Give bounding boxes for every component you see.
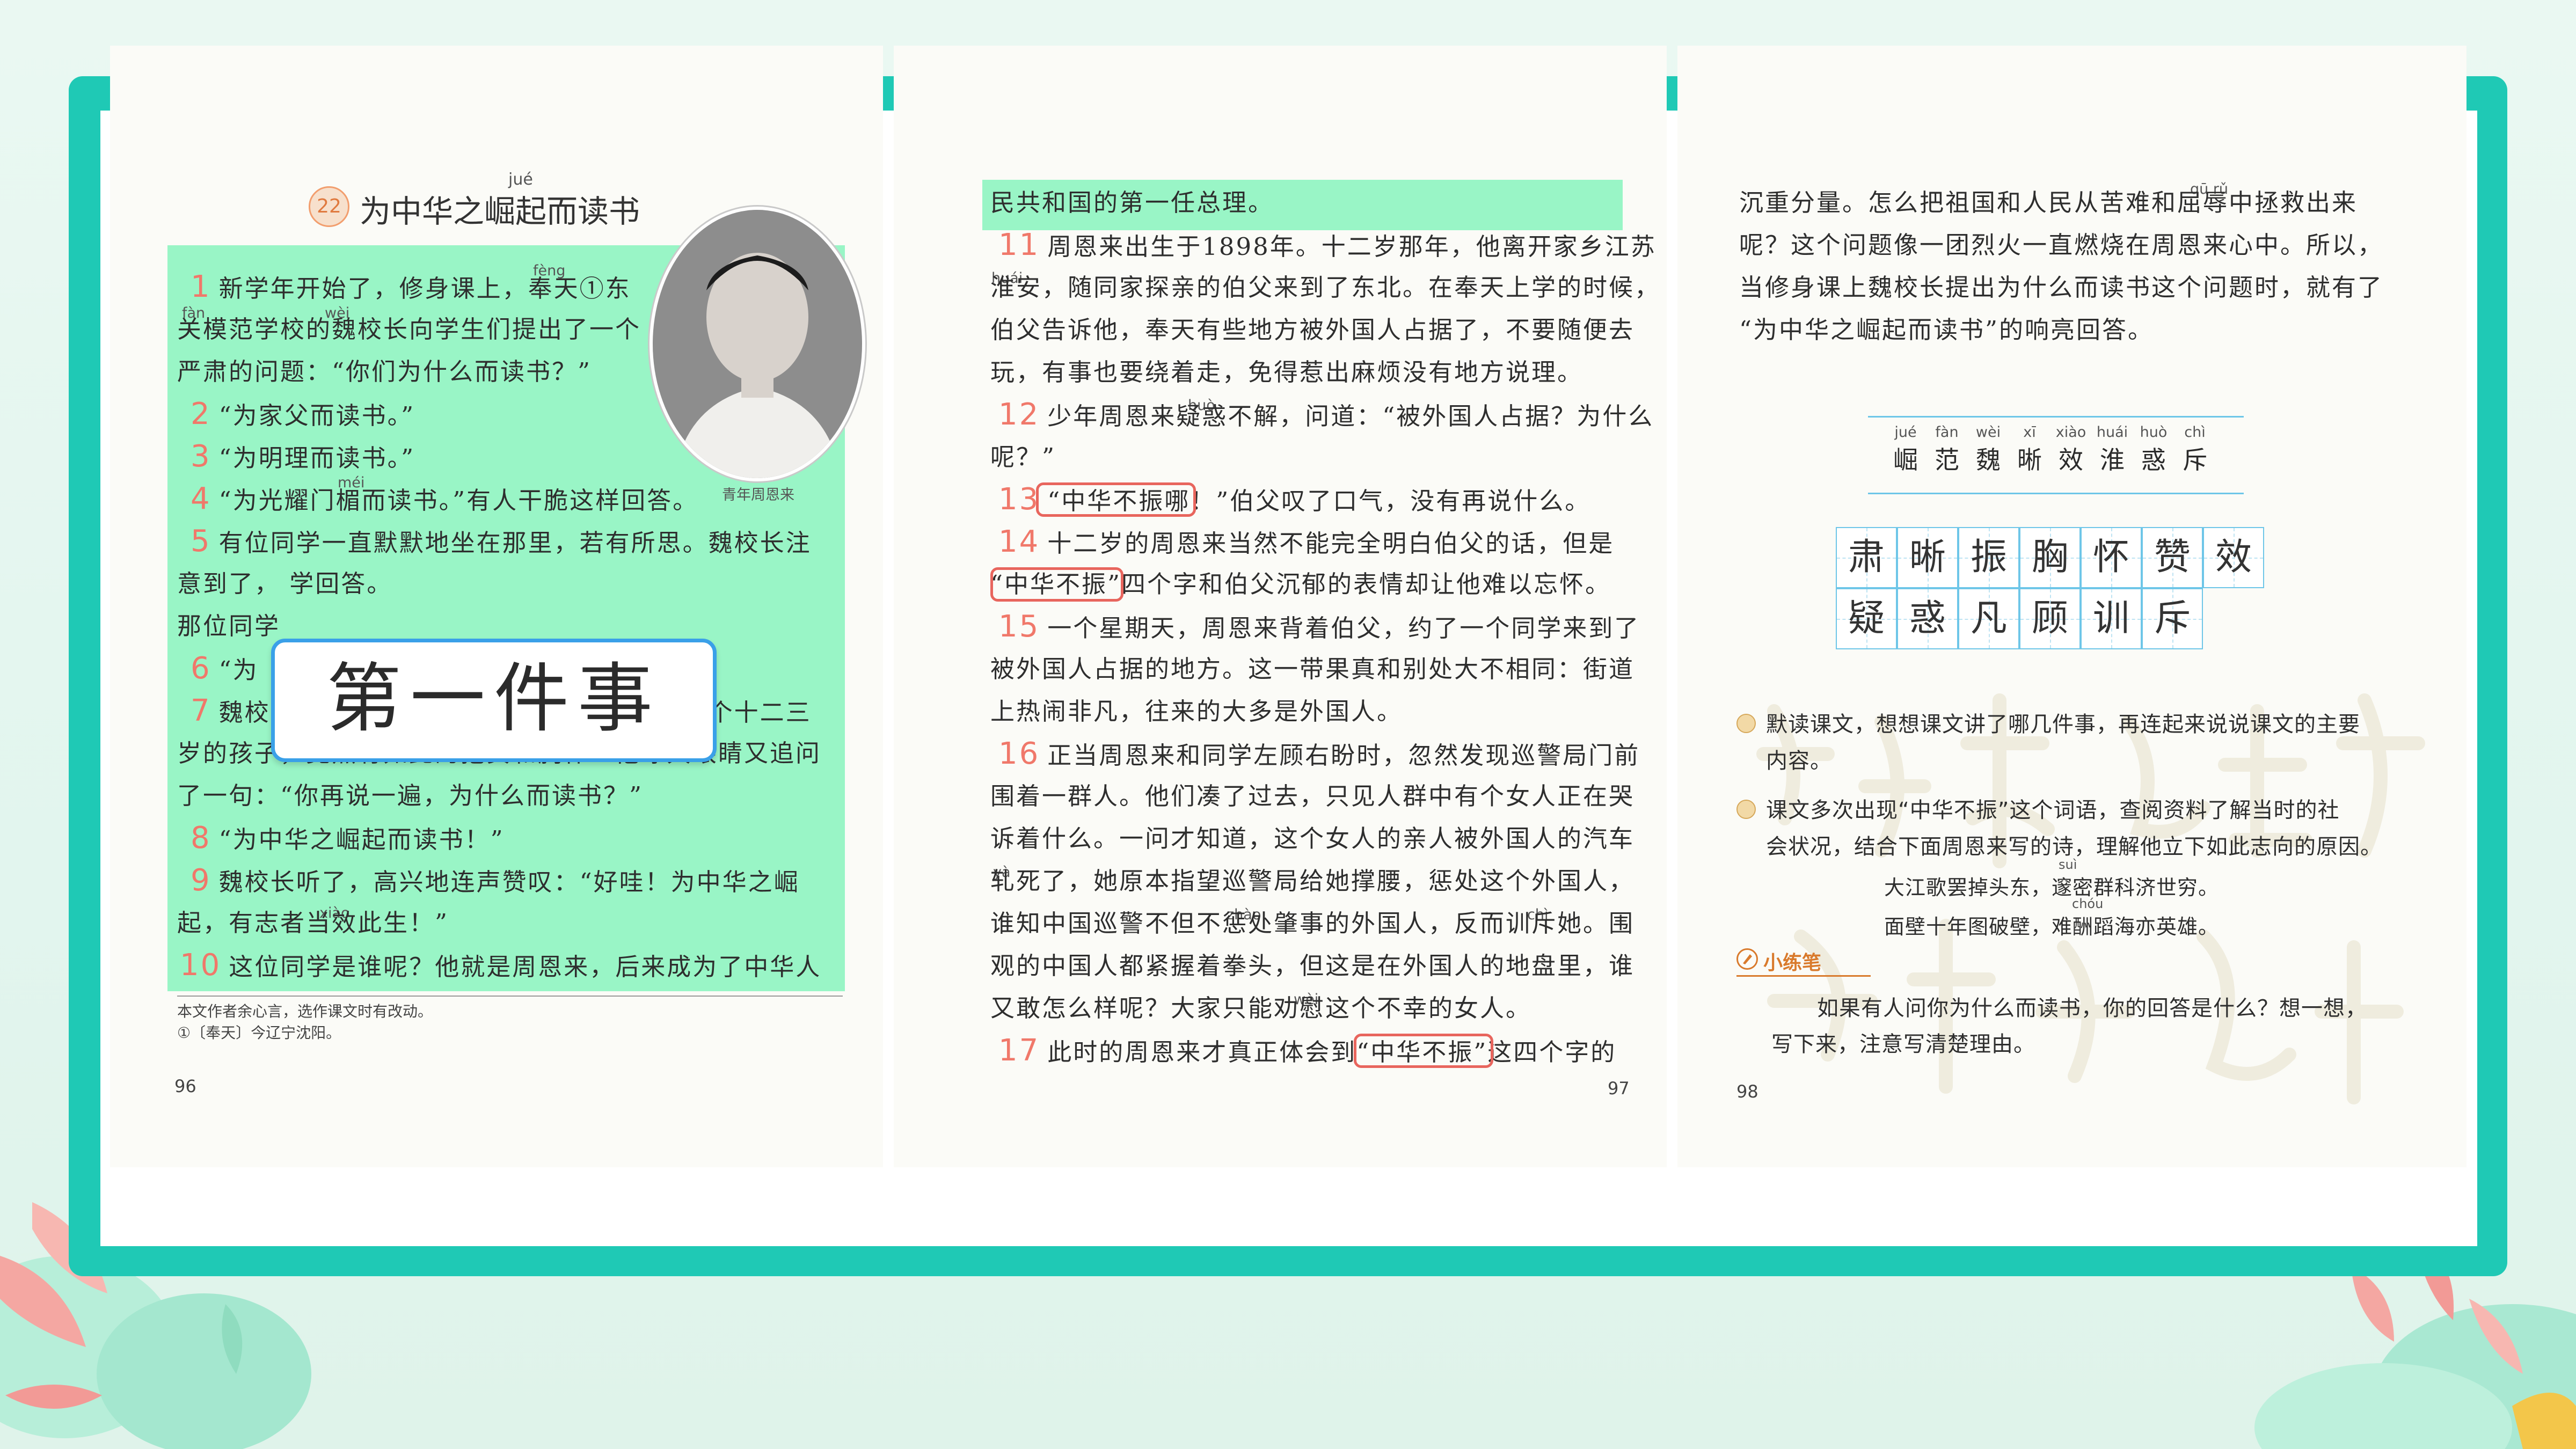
emphasis-box-zhonghua-buzhen-na (1036, 482, 1196, 517)
text-line: 严肃的问题：“你们为什么而读书？” (177, 357, 592, 386)
write-char-box: 胸 (2019, 527, 2081, 588)
text-line: 当修身课上魏校长提出为什么而读书这个问题时，就有了 (1739, 273, 2384, 302)
exercise-1-line-2: 内容。 (1766, 749, 1832, 773)
page-98: qū rǔ 沉重分量。怎么把祖国和人民从苦难和屈辱中拯救出来 呢？这个问题像一团… (1677, 46, 2466, 1167)
text-line: 11 周恩来出生于1898年。十二岁那年，他离开家乡江苏 (998, 228, 1656, 262)
text-line: 呢？这个问题像一团烈火一直燃烧在周恩来心中。所以， (1739, 231, 2384, 259)
page-number: 98 (1736, 1081, 1758, 1102)
text-line: 呢？” (990, 443, 1056, 471)
exercise-1-line-1: 默读课文，想想课文讲了哪几件事，再连起来说说课文的主要 (1766, 712, 2360, 737)
text-line: 1 新学年开始了，修身课上，奉天①东 (191, 269, 631, 304)
text-line: 14 十二岁的周恩来当然不能完全明白伯父的话，但是 (998, 524, 1615, 559)
text-line: 起，有志者当效此生！” (177, 909, 449, 937)
read-char-item: huò 惑 (2140, 424, 2168, 474)
overlay-label-text: 第一件事 (326, 655, 661, 743)
write-char-box: 凡 (1958, 588, 2019, 649)
text-line: 又敢怎么样呢？大家只能劝慰这个不幸的女人。 (990, 994, 1532, 1022)
write-char-box: 顾 (2019, 588, 2081, 649)
text-line: 8 “为中华之崛起而读书！” (191, 821, 505, 855)
pen-icon (1743, 954, 1752, 964)
photo-caption: 青年周恩来 (722, 487, 794, 503)
lesson-number: 22 (317, 195, 341, 217)
portrait-photo (650, 207, 865, 481)
text-line: 关模范学校的魏校长向学生们提出了一个 (177, 315, 641, 343)
poem-line-2: 面壁十年图破壁，难酬蹈海亦英雄。 (1884, 915, 2220, 939)
practice-line-2: 写下来，注意写清楚理由。 (1771, 1032, 2035, 1057)
page-number: 96 (174, 1076, 196, 1096)
practice-pen-icon (1736, 948, 1758, 970)
text-line: 12 少年周恩来疑惑不解，问道：“被外国人占据？为什么 (998, 397, 1654, 432)
write-char-box: 晰 (1897, 527, 1958, 588)
write-char-box: 振 (1958, 527, 2019, 588)
text-line: 了一句：“你再说一遍，为什么而读书？” (177, 781, 644, 810)
write-char-box: 惑 (1897, 588, 1958, 649)
text-line: 民共和国的第一任总理。 (990, 188, 1274, 217)
write-char-box: 赞 (2142, 527, 2203, 588)
write-char-box: 疑 (1836, 588, 1897, 649)
lesson-number-badge: 22 (309, 186, 349, 227)
text-line: 淮安，随同家探亲的伯父来到了东北。在奉天上学的时候， (990, 273, 1661, 302)
read-char-item: chì 斥 (2183, 424, 2207, 474)
text-line: 17 此时的周恩来才真正体会到“中华不振”这四个字的 (998, 1033, 1617, 1068)
write-char-box: 斥 (2142, 588, 2203, 649)
footnote-divider (177, 996, 843, 997)
text-line: 上热闹非凡，往来的大多是外国人。 (990, 697, 1403, 726)
footnote-fengtian: ①〔奉天〕今辽宁沈阳。 (177, 1024, 341, 1042)
read-characters-box: jué 崛 fàn 范 wèi 魏 xī 晰 xiào 效 huái 淮 huò 惑 chì 斥 (1868, 416, 2244, 494)
read-char-item: wèi 魏 (1975, 424, 2001, 474)
footnote-source: 本文作者余心言，选作课文时有改动。 (177, 1002, 433, 1020)
text-line: 3 “为明理而读书。” (191, 439, 415, 474)
text-line: 被外国人占据的地方。这一带果真和别处大不相同：街道 (990, 655, 1635, 683)
lesson-title: 为中华之崛起而读书 (360, 193, 640, 230)
text-line: 意到了， 学回答。 (177, 569, 393, 598)
portrait-illustration (653, 210, 862, 478)
page-97: huái huò yà zhào chì wèi 民共和国的第一任总理。 11 周… (894, 46, 1667, 1167)
text-line: 那位同学 (177, 612, 281, 640)
write-char-box: 怀 (2081, 527, 2142, 588)
text-line: “为中华之崛起而读书”的响亮回答。 (1739, 316, 2154, 344)
text-line: 谁知中国巡警不但不惩处肇事的外国人，反而训斥她。围 (990, 909, 1635, 938)
page-number: 97 (1608, 1078, 1630, 1099)
text-line: 观的中国人都紧握着拳头，但这是在外国人的地盘里，谁 (990, 952, 1635, 980)
read-char-item: xiào 效 (2055, 424, 2086, 474)
write-char-box: 肃 (1836, 527, 1897, 588)
practice-title: 小练笔 (1763, 952, 1822, 974)
text-line: 伯父告诉他，奉天有些地方被外国人占据了，不要随便去 (990, 316, 1635, 344)
exercise-1-icon (1736, 714, 1756, 733)
text-line: 9 魏校长听了，高兴地连声赞叹：“好哇！为中华之崛 (191, 863, 800, 898)
page-96: 22 jué 为中华之崛起而读书 青年周恩来 fèng fàn wèi méi … (110, 46, 883, 1167)
text-line: 6 “为 (191, 651, 259, 686)
read-char-item: fàn 范 (1935, 424, 1959, 474)
emphasis-box-zhonghua-buzhen-1 (990, 567, 1123, 602)
poem-line-1: 大江歌罢掉头东，邃密群科济世穷。 (1884, 876, 2220, 899)
text-line: 5 有位同学一直默默地坐在那里，若有所思。魏校长注 (191, 524, 812, 559)
read-char-item: jué 崛 (1893, 424, 1918, 474)
text-line: 4 “为光耀门楣而读书。”有人干脆这样回答。 (191, 481, 699, 516)
text-line: 10 这位同学是谁呢？他就是周恩来，后来成为了中华人 (180, 948, 822, 983)
write-char-box: 训 (2081, 588, 2142, 649)
emphasis-box-zhonghua-buzhen-2 (1354, 1034, 1493, 1068)
text-line: 玩，有事也要绕着走，免得惹出麻烦没有地方说理。 (990, 358, 1583, 386)
text-line: 16 正当周恩来和同学左顾右盼时，忽然发现巡警局门前 (998, 736, 1640, 771)
writing-grid: 肃 晰 振 胸 怀 赞 效 疑 惑 凡 顾 训 斥 (1836, 527, 2276, 661)
text-line: 2 “为家父而读书。” (191, 397, 415, 431)
write-char-box: 效 (2203, 527, 2264, 588)
exercise-2-icon (1736, 800, 1756, 819)
read-char-item: huái 淮 (2096, 424, 2128, 474)
text-line: 15 一个星期天，周恩来背着伯父，约了一个同学来到了 (998, 609, 1640, 644)
text-line: 诉着什么。一问才知道，这个女人的亲人被外国人的汽车 (990, 824, 1635, 853)
read-char-item: xī 晰 (2017, 424, 2042, 474)
overlay-label-first-event[interactable]: 第一件事 (271, 639, 717, 762)
text-line: 沉重分量。怎么把祖国和人民从苦难和屈辱中拯救出来 (1739, 188, 2358, 217)
text-line: 轧死了，她原本指望巡警局给她撑腰，惩处这个外国人， (990, 867, 1635, 895)
practice-underline (1736, 975, 1871, 977)
text-line: 围着一群人。他们凑了过去，只见人群中有个女人正在哭 (990, 782, 1635, 810)
